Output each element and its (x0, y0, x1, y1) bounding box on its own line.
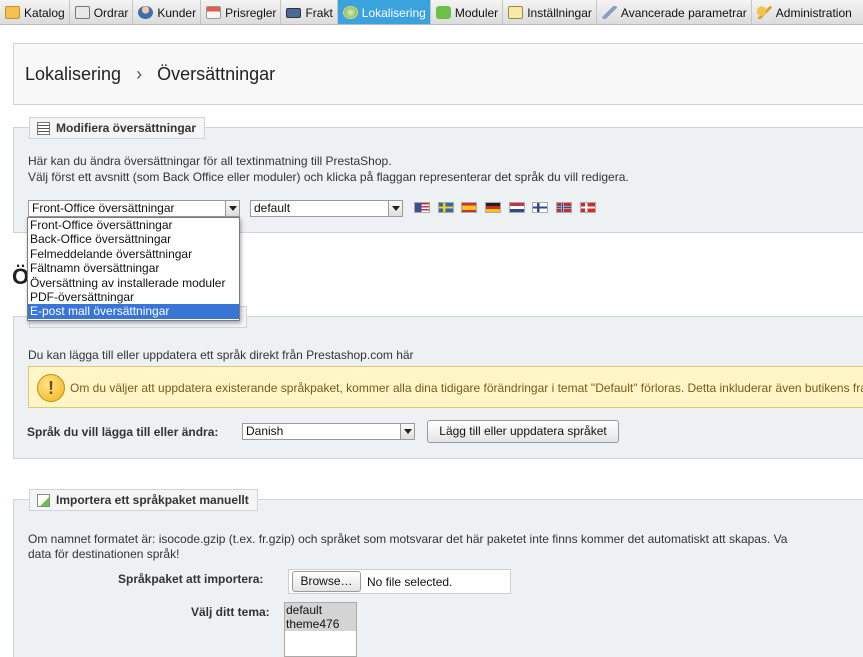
tab-katalog[interactable]: Katalog (0, 0, 70, 24)
breadcrumb: Lokalisering › Översättningar (25, 64, 275, 85)
wrench-icon (601, 6, 617, 19)
es-flag-icon[interactable] (461, 202, 477, 213)
tab-label: Prisregler (225, 5, 277, 20)
user-icon (138, 6, 154, 19)
language-select-label: Språk du vill lägga till eller ändra: (27, 425, 219, 439)
dropdown-option[interactable]: Översättning av installerade moduler (28, 276, 239, 290)
price-rules-icon (206, 6, 222, 19)
tab-label: Kunder (157, 5, 197, 20)
dropdown-option[interactable]: PDF-översättningar (28, 290, 239, 304)
import-legend: Importera ett språkpaket manuellt (29, 489, 258, 511)
import-description-1: Om namnet formatet är: isocode.gzip (t.e… (28, 532, 788, 546)
chevron-down-icon (400, 424, 414, 439)
theme-list-label: Välj ditt tema: (191, 605, 270, 619)
dropdown-option[interactable]: Fältnamn översättningar (28, 261, 239, 275)
file-status: No file selected. (367, 575, 453, 589)
tab-ordrar[interactable]: Ordrar (70, 0, 134, 24)
key-icon (756, 6, 772, 19)
translation-type-value: Front-Office översättningar (32, 201, 175, 215)
browse-button[interactable]: Browse… (292, 571, 361, 592)
legend-text: Modifiera översättningar (56, 121, 197, 135)
language-select[interactable]: Danish (242, 423, 415, 440)
import-description-2: data för destinationen språk! (28, 547, 180, 561)
tab-lokalisering[interactable]: Lokalisering (337, 0, 431, 24)
file-input[interactable]: Browse… No file selected. (288, 569, 511, 594)
tab-kunder[interactable]: Kunder (133, 0, 202, 24)
breadcrumb-separator: › (136, 64, 143, 84)
tab-administration[interactable]: Administration (752, 0, 856, 24)
modify-translations-legend: Modifiera översättningar (29, 117, 206, 139)
tab-label: Ordrar (93, 5, 129, 20)
nl-flag-icon[interactable] (509, 202, 525, 213)
theme-select-value: default (254, 201, 291, 215)
chevron-down-icon (388, 201, 402, 216)
modify-description-1: Här kan du ändra översättningar för all … (28, 154, 392, 168)
language-select-value: Danish (246, 424, 284, 438)
tab-prisregler[interactable]: Prisregler (201, 0, 282, 24)
puzzle-icon (435, 6, 451, 19)
de-flag-icon[interactable] (485, 202, 501, 213)
settings-icon (508, 6, 524, 19)
tab-label: Avancerade parametrar (620, 5, 747, 20)
top-nav: Katalog Ordrar Kunder Prisregler Frakt L… (0, 0, 863, 25)
theme-select[interactable]: default (250, 200, 403, 217)
cart-icon (74, 6, 90, 19)
warning-box: ! Om du väljer att uppdatera existerande… (28, 366, 863, 408)
dropdown-option[interactable]: Back-Office översättningar (28, 232, 239, 246)
add-language-description: Du kan lägga till eller uppdatera ett sp… (28, 348, 414, 362)
document-edit-icon (37, 121, 50, 135)
tab-label: Frakt (305, 5, 333, 20)
tab-label: Inställningar (527, 5, 592, 20)
chevron-down-icon (225, 201, 239, 216)
tab-label: Lokalisering (361, 5, 426, 20)
folder-icon (5, 6, 20, 19)
breadcrumb-parent[interactable]: Lokalisering (25, 64, 121, 84)
warning-icon: ! (37, 374, 65, 402)
tab-frakt[interactable]: Frakt (281, 0, 338, 24)
add-update-language-button[interactable]: Lägg till eller uppdatera språket (427, 420, 619, 443)
dropdown-option[interactable]: Front-Office översättningar (28, 218, 239, 232)
tab-label: Administration (775, 5, 852, 20)
tab-moduler[interactable]: Moduler (431, 0, 504, 24)
legend-text: Importera ett språkpaket manuellt (56, 493, 249, 507)
modify-description-2: Välj först ett avsnitt (som Back Office … (28, 170, 629, 184)
globe-icon (342, 6, 358, 19)
no-flag-icon[interactable] (556, 202, 572, 213)
tab-label: Moduler (454, 5, 499, 20)
warning-text: Om du väljer att uppdatera existerande s… (70, 381, 863, 395)
file-import-label: Språkpaket att importera: (118, 572, 264, 586)
translation-type-select[interactable]: Front-Office översättningar (28, 200, 240, 217)
se-flag-icon[interactable] (438, 202, 454, 213)
dropdown-option-highlighted[interactable]: E-post mall översättningar (28, 304, 239, 319)
dk-flag-icon[interactable] (580, 202, 596, 213)
document-download-icon (37, 493, 50, 507)
tab-installningar[interactable]: Inställningar (503, 0, 597, 24)
page-title: Översättningar (157, 64, 276, 84)
tab-avancerade-parametrar[interactable]: Avancerade parametrar (597, 0, 752, 24)
page-header: Lokalisering › Översättningar (13, 43, 863, 105)
dropdown-option[interactable]: Felmeddelande översättningar (28, 247, 239, 261)
truck-icon (286, 7, 302, 18)
us-flag-icon[interactable] (414, 202, 430, 213)
theme-option[interactable]: default (285, 603, 356, 617)
fi-flag-icon[interactable] (532, 202, 548, 213)
theme-option[interactable]: theme476 (285, 617, 356, 631)
tab-label: Katalog (24, 5, 65, 20)
theme-listbox[interactable]: default theme476 (284, 602, 357, 657)
translation-type-dropdown: Front-Office översättningar Back-Office … (27, 217, 240, 321)
